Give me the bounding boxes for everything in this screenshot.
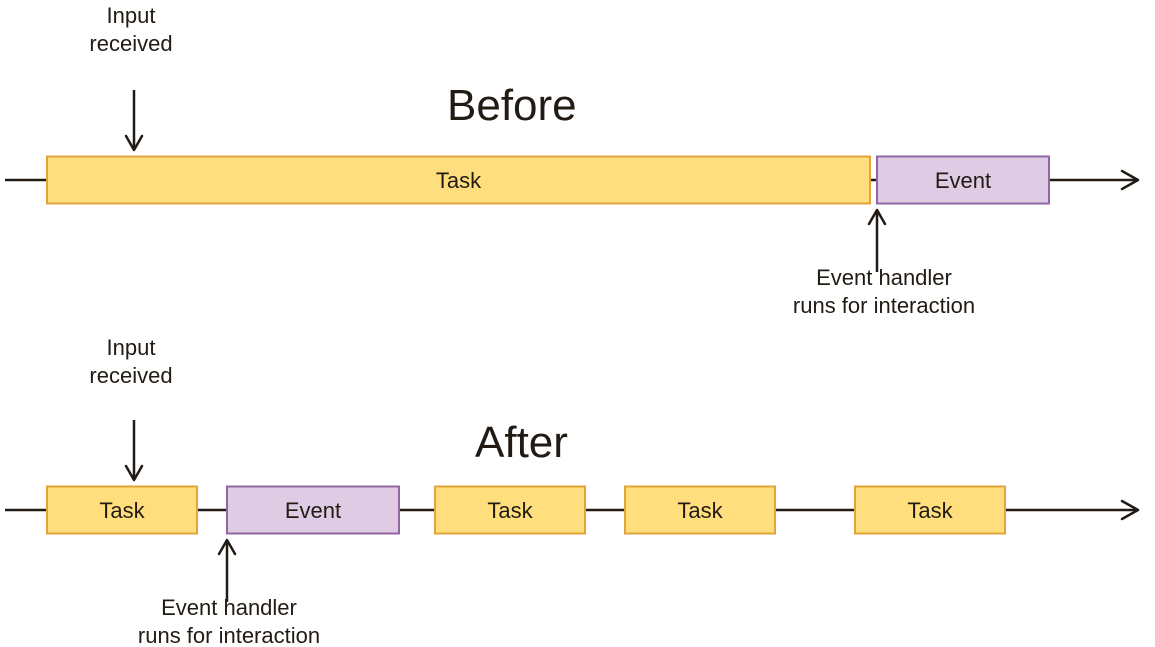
- after-block-label-2: Task: [487, 498, 533, 523]
- after-block-label-4: Task: [907, 498, 953, 523]
- after-block-label-1: Event: [285, 498, 341, 523]
- after-event-handler-line-1: runs for interaction: [138, 623, 320, 647]
- before-input-received-line-1: received: [89, 31, 172, 56]
- after-event-handler-line-0: Event handler: [161, 595, 297, 620]
- after-block-label-3: Task: [677, 498, 723, 523]
- before-heading: Before: [447, 81, 577, 130]
- before-block-label-0: Task: [436, 168, 482, 193]
- before-event-handler-line-1: runs for interaction: [793, 293, 975, 318]
- after-block-label-0: Task: [99, 498, 145, 523]
- before-input-received-line-0: Input: [107, 3, 156, 28]
- before-block-label-1: Event: [935, 168, 991, 193]
- after-heading: After: [475, 418, 568, 467]
- before-event-handler-line-0: Event handler: [816, 265, 952, 290]
- after-input-received-line-1: received: [89, 363, 172, 388]
- after-input-received-line-0: Input: [107, 335, 156, 360]
